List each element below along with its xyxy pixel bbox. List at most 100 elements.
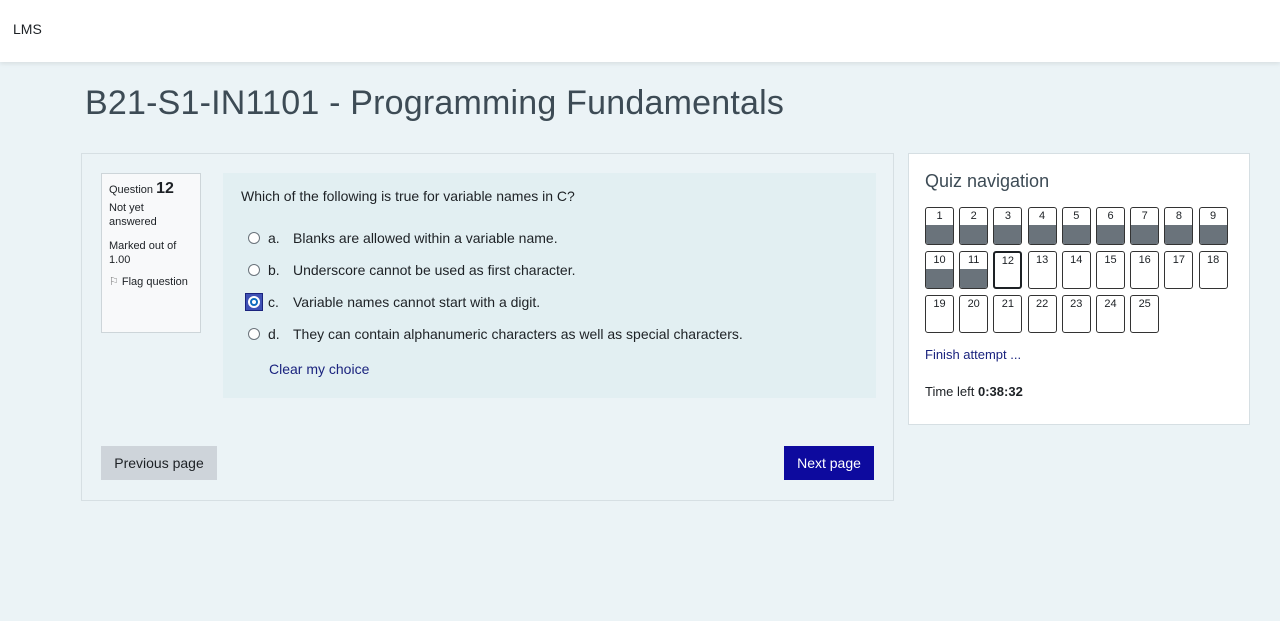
quiz-navigation-title: Quiz navigation xyxy=(925,171,1050,191)
page-title: B21-S1-IN1101 - Programming Fundamentals xyxy=(85,84,785,122)
quiz-nav-button-label: 8 xyxy=(1175,210,1182,222)
quiz-nav-button-19[interactable]: 19 xyxy=(925,295,954,333)
quiz-nav-button-label: 13 xyxy=(1035,254,1049,266)
time-left-value: 0:38:32 xyxy=(977,384,1023,399)
quiz-nav-button-13[interactable]: 13 xyxy=(1027,251,1057,289)
quiz-nav-button-label: 2 xyxy=(970,210,977,222)
answer-letter: d. xyxy=(268,326,280,342)
quiz-nav-button-label: 4 xyxy=(1039,210,1046,222)
quiz-nav-button-label: 7 xyxy=(1141,210,1148,222)
quiz-nav-button-24[interactable]: 24 xyxy=(1096,295,1125,333)
answered-indicator xyxy=(1199,225,1227,244)
question-number: 12 xyxy=(156,180,174,197)
quiz-nav-button-12[interactable]: 12 xyxy=(993,251,1023,289)
time-left-label: Time left xyxy=(925,384,975,399)
quiz-nav-button-7[interactable]: 7 xyxy=(1130,207,1160,245)
flag-question-label: Flag question xyxy=(121,276,188,288)
quiz-nav-button-label: 3 xyxy=(1004,210,1011,222)
top-navbar: LMS xyxy=(0,0,1280,62)
radio-button-selected[interactable] xyxy=(245,293,263,311)
quiz-nav-button-3[interactable]: 3 xyxy=(993,207,1023,245)
question-state: Not yet answered xyxy=(109,202,157,228)
timer: Time left 0:38:32 xyxy=(925,384,1023,399)
answered-indicator xyxy=(1028,225,1056,244)
quiz-nav-button-label: 12 xyxy=(1001,255,1015,267)
quiz-navigation-panel: Quiz navigation 1 2 3 4 5 6 7 8 9 10 11 12 13 14 15 16 1… xyxy=(908,153,1250,425)
quiz-nav-button-18[interactable]: 18 xyxy=(1198,251,1228,289)
quiz-nav-button-label: 19 xyxy=(933,298,946,310)
answer-text: They can contain alphanumeric characters… xyxy=(293,326,743,342)
quiz-nav-button-25[interactable]: 25 xyxy=(1130,295,1160,333)
previous-page-button[interactable]: Previous page xyxy=(101,446,217,480)
question-number-row: Question 12 xyxy=(109,180,193,197)
quiz-nav-button-label: 25 xyxy=(1138,298,1151,310)
quiz-nav-button-label: 22 xyxy=(1035,298,1049,310)
question-info-box: Question 12 Not yet answered Marked out … xyxy=(101,173,201,333)
answered-indicator xyxy=(960,269,988,288)
next-page-button[interactable]: Next page xyxy=(784,446,874,480)
finish-attempt-link[interactable]: Finish attempt ... xyxy=(925,347,1021,362)
answered-indicator xyxy=(1097,225,1124,244)
answered-indicator xyxy=(960,225,988,244)
answered-indicator xyxy=(926,269,953,288)
quiz-nav-button-8[interactable]: 8 xyxy=(1164,207,1194,245)
question-grade: Marked out of 1.00 xyxy=(109,240,177,266)
answered-indicator xyxy=(994,225,1022,244)
answer-option-a[interactable]: a. Blanks are allowed within a variable … xyxy=(248,230,558,246)
answered-indicator xyxy=(1131,225,1159,244)
answer-letter: b. xyxy=(268,262,280,278)
answered-indicator xyxy=(1165,225,1193,244)
brand-logo-text[interactable]: LMS xyxy=(13,21,42,37)
quiz-nav-button-11[interactable]: 11 xyxy=(959,251,989,289)
quiz-nav-button-10[interactable]: 10 xyxy=(925,251,954,289)
quiz-nav-button-21[interactable]: 21 xyxy=(993,295,1023,333)
quiz-nav-button-9[interactable]: 9 xyxy=(1198,207,1228,245)
quiz-nav-button-label: 18 xyxy=(1206,254,1220,266)
question-panel: Question 12 Not yet answered Marked out … xyxy=(81,153,894,501)
question-text: Which of the following is true for varia… xyxy=(241,188,575,204)
quiz-nav-button-20[interactable]: 20 xyxy=(959,295,989,333)
answer-option-b[interactable]: b. Underscore cannot be used as first ch… xyxy=(248,262,575,278)
answer-text: Underscore cannot be used as first chara… xyxy=(293,262,576,278)
quiz-nav-button-16[interactable]: 16 xyxy=(1130,251,1160,289)
answer-text: Variable names cannot start with a digit… xyxy=(293,294,541,310)
answered-indicator xyxy=(1062,225,1090,244)
answer-option-d[interactable]: d. They can contain alphanumeric charact… xyxy=(248,326,743,342)
quiz-nav-button-label: 6 xyxy=(1107,210,1114,222)
question-label: Question xyxy=(109,184,154,196)
answer-text: Blanks are allowed within a variable nam… xyxy=(293,230,558,246)
quiz-nav-button-label: 11 xyxy=(967,254,980,266)
quiz-nav-button-22[interactable]: 22 xyxy=(1027,295,1057,333)
answered-indicator xyxy=(926,225,953,244)
radio-button[interactable] xyxy=(248,328,260,340)
quiz-nav-button-label: 16 xyxy=(1138,254,1151,266)
quiz-nav-button-label: 9 xyxy=(1210,210,1217,222)
answer-option-c[interactable]: c. Variable names cannot start with a di… xyxy=(245,293,541,311)
quiz-nav-button-6[interactable]: 6 xyxy=(1096,207,1125,245)
question-formulation: Which of the following is true for varia… xyxy=(223,173,876,398)
quiz-nav-button-23[interactable]: 23 xyxy=(1061,295,1091,333)
quiz-nav-button-label: 15 xyxy=(1104,254,1117,266)
quiz-nav-button-label: 14 xyxy=(1070,254,1083,266)
clear-choice-link[interactable]: Clear my choice xyxy=(269,361,369,377)
quiz-nav-button-2[interactable]: 2 xyxy=(959,207,989,245)
quiz-nav-button-label: 1 xyxy=(936,210,943,222)
quiz-nav-button-label: 5 xyxy=(1073,210,1080,222)
flag-icon: ⚐ xyxy=(109,276,119,288)
quiz-nav-button-4[interactable]: 4 xyxy=(1027,207,1057,245)
answer-letter: c. xyxy=(268,294,279,310)
flag-question-link[interactable]: ⚐ Flag question xyxy=(109,275,193,289)
quiz-nav-button-label: 17 xyxy=(1172,254,1186,266)
quiz-nav-button-5[interactable]: 5 xyxy=(1061,207,1091,245)
quiz-nav-button-label: 24 xyxy=(1104,298,1117,310)
quiz-nav-button-label: 23 xyxy=(1070,298,1083,310)
quiz-nav-button-label: 20 xyxy=(967,298,980,310)
quiz-nav-button-14[interactable]: 14 xyxy=(1061,251,1091,289)
quiz-nav-button-15[interactable]: 15 xyxy=(1096,251,1125,289)
quiz-nav-button-label: 10 xyxy=(933,254,946,266)
quiz-nav-button-17[interactable]: 17 xyxy=(1164,251,1194,289)
radio-button[interactable] xyxy=(248,264,260,276)
quiz-nav-button-label: 21 xyxy=(1001,298,1015,310)
radio-button[interactable] xyxy=(248,232,260,244)
quiz-nav-button-1[interactable]: 1 xyxy=(925,207,954,245)
